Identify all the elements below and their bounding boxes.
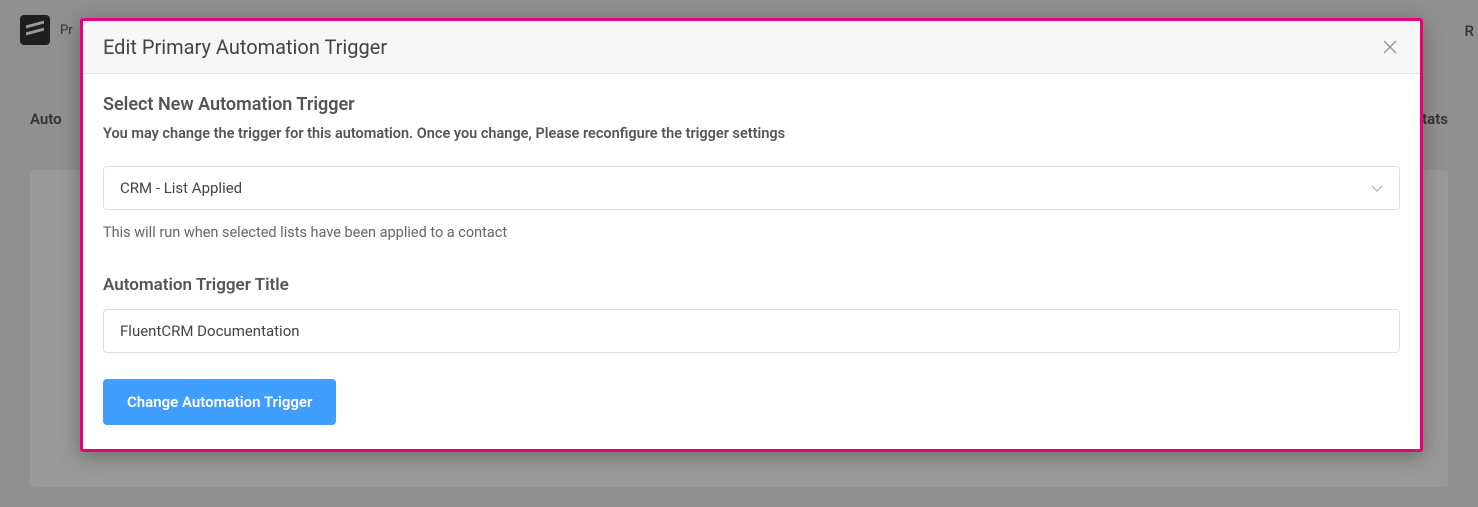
close-icon: [1383, 40, 1397, 54]
edit-trigger-modal: Edit Primary Automation Trigger Select N…: [80, 18, 1423, 452]
modal-body: Select New Automation Trigger You may ch…: [83, 74, 1420, 449]
section-title: Select New Automation Trigger: [103, 94, 1400, 115]
title-field-label: Automation Trigger Title: [103, 275, 1400, 295]
chevron-down-icon: [1371, 179, 1383, 197]
automation-title-input[interactable]: [103, 309, 1400, 353]
trigger-helper-text: This will run when selected lists have b…: [103, 224, 1400, 241]
change-trigger-button[interactable]: Change Automation Trigger: [103, 379, 336, 425]
trigger-select-value: CRM - List Applied: [120, 179, 242, 197]
trigger-select[interactable]: CRM - List Applied: [103, 166, 1400, 210]
section-description: You may change the trigger for this auto…: [103, 125, 1400, 142]
modal-header: Edit Primary Automation Trigger: [83, 21, 1420, 74]
close-button[interactable]: [1380, 37, 1400, 57]
modal-title: Edit Primary Automation Trigger: [103, 35, 387, 59]
